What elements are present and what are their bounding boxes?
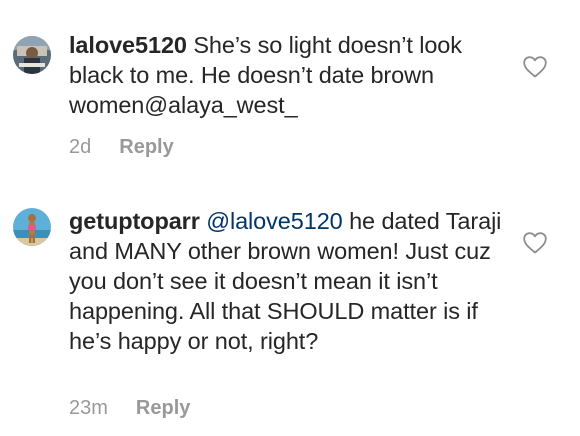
comment-meta: 23m Reply [69,396,190,420]
comment-username[interactable]: lalove5120 [69,32,187,58]
comment-meta: 2d Reply [69,135,174,159]
comment-text: getuptoparr @lalove5120 he dated Taraji … [69,206,509,356]
reply-button[interactable]: Reply [136,396,190,420]
heart-outline-icon[interactable] [523,56,547,78]
avatar[interactable] [13,208,51,246]
heart-outline-icon[interactable] [523,232,547,254]
comment-mention[interactable]: @lalove5120 [206,208,343,234]
comment-timestamp: 23m [69,397,108,419]
comment-text: lalove5120 She’s so light doesn’t look b… [69,30,509,120]
comment-username[interactable]: getuptoparr [69,208,200,234]
reply-button[interactable]: Reply [119,135,173,159]
profile-avatar-icon [13,36,51,74]
avatar[interactable] [13,36,51,74]
comment-timestamp: 2d [69,136,92,158]
profile-avatar-icon [13,208,51,246]
